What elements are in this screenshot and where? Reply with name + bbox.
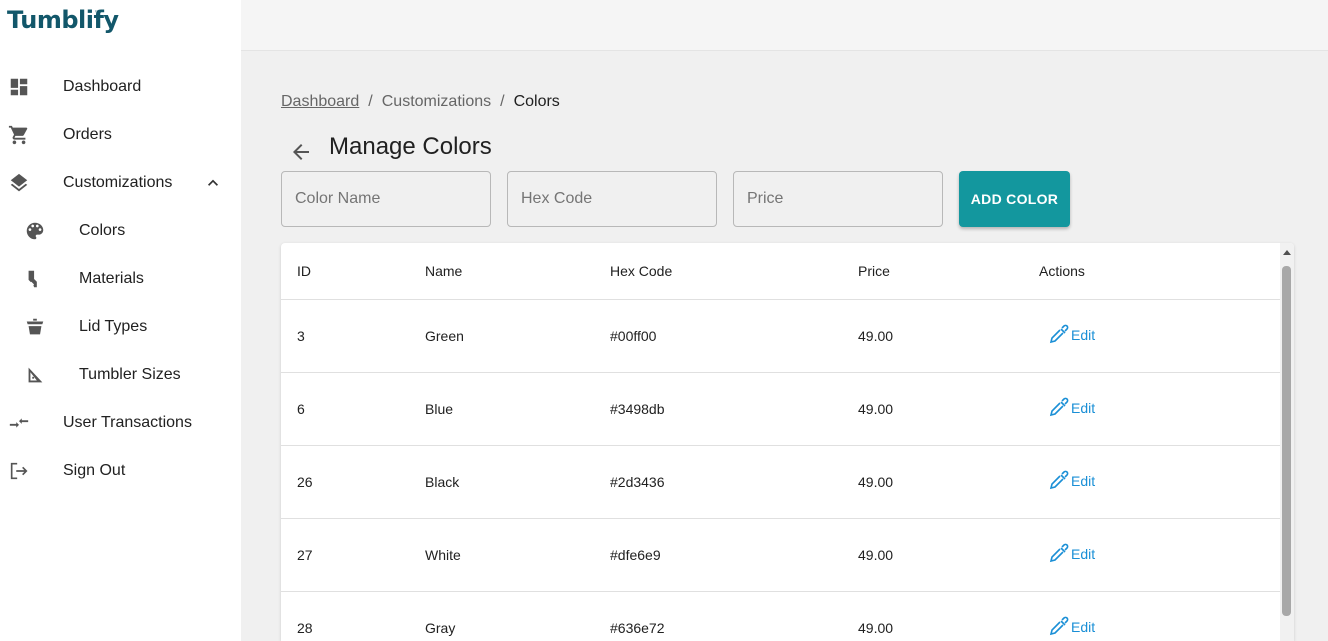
column-header-actions: Actions [1039,263,1085,279]
table-row: 28 Gray #636e72 49.00 Edit [281,592,1280,641]
table-header: ID Name Hex Code Price Actions [281,243,1280,300]
row-hex: #3498db [610,401,665,417]
breadcrumb-separator: / [368,93,373,110]
row-hex: #2d3436 [610,474,665,490]
row-id: 27 [297,547,313,563]
row-name: Green [425,328,464,344]
color-name-input[interactable] [281,171,491,227]
brush-icon [28,270,37,288]
row-name: Gray [425,620,456,636]
hex-code-input[interactable] [507,171,717,227]
sidebar-item-label: Customizations [63,174,173,191]
edit-button[interactable]: Edit [1047,323,1095,347]
colors-table: ID Name Hex Code Price Actions 3 Green #… [281,243,1294,641]
sidebar-item-label: Sign Out [63,462,126,479]
edit-label: Edit [1071,473,1096,489]
edit-button[interactable]: Edit [1047,615,1095,639]
edit-label: Edit [1071,546,1096,562]
breadcrumb-current: Colors [513,93,560,110]
sidebar-item-label: User Transactions [63,414,192,431]
row-id: 28 [297,620,313,636]
sidebar-item-label: Materials [79,270,144,287]
breadcrumb-separator: / [500,93,505,110]
logo-text: Tumblify [7,6,119,34]
row-hex: #636e72 [610,620,665,636]
row-name: Black [425,474,460,490]
sidebar-item-colors[interactable]: Colors [0,207,241,255]
logo-trademark: ™ [94,10,100,17]
app-logo[interactable]: Tumblify ™ [7,6,119,42]
row-price: 49.00 [858,547,894,563]
row-price: 49.00 [858,328,894,344]
row-name: Blue [425,401,454,417]
scroll-up-arrow-icon[interactable] [1283,250,1291,255]
row-id: 26 [297,474,313,490]
edit-label: Edit [1071,400,1096,416]
eyedropper-icon [1049,616,1069,636]
column-header-price: Price [858,263,890,279]
row-price: 49.00 [858,401,894,417]
breadcrumb-customizations: Customizations [381,93,492,110]
lid-icon [26,318,44,335]
sidebar-item-customizations[interactable]: Customizations [0,159,241,207]
edit-button[interactable]: Edit [1047,396,1095,420]
column-header-id: ID [297,263,311,279]
eyedropper-icon [1049,470,1069,490]
column-header-hex-code: Hex Code [610,263,673,279]
table-scrollbar[interactable] [1280,243,1294,641]
table-row: 27 White #dfe6e9 49.00 Edit [281,519,1280,592]
palette-icon [26,222,44,240]
layers-icon [10,173,28,192]
eyedropper-icon [1049,543,1069,563]
sidebar-item-orders[interactable]: Orders [0,111,241,159]
sidebar-item-label: Lid Types [79,318,148,335]
edit-button[interactable]: Edit [1047,469,1095,493]
chevron-up-icon[interactable] [203,173,223,193]
sidebar-item-lid-types[interactable]: Lid Types [0,303,241,351]
row-hex: #dfe6e9 [610,547,661,563]
price-input[interactable] [733,171,943,227]
scroll-thumb[interactable] [1282,266,1291,616]
sidebar-item-dashboard[interactable]: Dashboard [0,63,241,111]
edit-button[interactable]: Edit [1047,542,1095,566]
row-id: 3 [297,328,305,344]
sidebar-item-label: Orders [63,126,112,143]
row-name: White [425,547,461,563]
eyedropper-icon [1049,324,1069,344]
edit-label: Edit [1071,327,1096,343]
row-price: 49.00 [858,474,894,490]
add-color-button[interactable]: ADD COLOR [959,171,1070,227]
dashboard-icon [10,78,28,96]
ruler-icon [28,367,43,383]
back-arrow-icon[interactable] [289,140,313,164]
table-row: 26 Black #2d3436 49.00 Edit [281,446,1280,519]
eyedropper-icon [1049,397,1069,417]
sidebar-item-sign-out[interactable]: Sign Out [0,447,241,495]
breadcrumb-dashboard-link[interactable]: Dashboard [281,93,359,111]
sidebar-item-label: Dashboard [63,78,142,95]
row-price: 49.00 [858,620,894,636]
table-row: 6 Blue #3498db 49.00 Edit [281,373,1280,446]
row-hex: #00ff00 [610,328,657,344]
transactions-icon [9,418,29,428]
sidebar: Tumblify ™ Dashboard Orders Customizatio… [0,0,241,641]
breadcrumb: Dashboard / Customizations / Colors [281,93,560,111]
edit-label: Edit [1071,619,1096,635]
sidebar-item-label: Tumbler Sizes [79,366,181,383]
row-id: 6 [297,401,305,417]
page-title: Manage Colors [329,133,492,160]
cart-icon [8,125,28,145]
logout-icon [10,462,28,480]
sidebar-item-tumbler-sizes[interactable]: Tumbler Sizes [0,351,241,399]
column-header-name: Name [425,263,463,279]
table-row: 3 Green #00ff00 49.00 Edit [281,300,1280,373]
top-bar [241,0,1328,51]
sidebar-item-label: Colors [79,222,126,239]
sidebar-item-user-transactions[interactable]: User Transactions [0,399,241,447]
sidebar-item-materials[interactable]: Materials [0,255,241,303]
